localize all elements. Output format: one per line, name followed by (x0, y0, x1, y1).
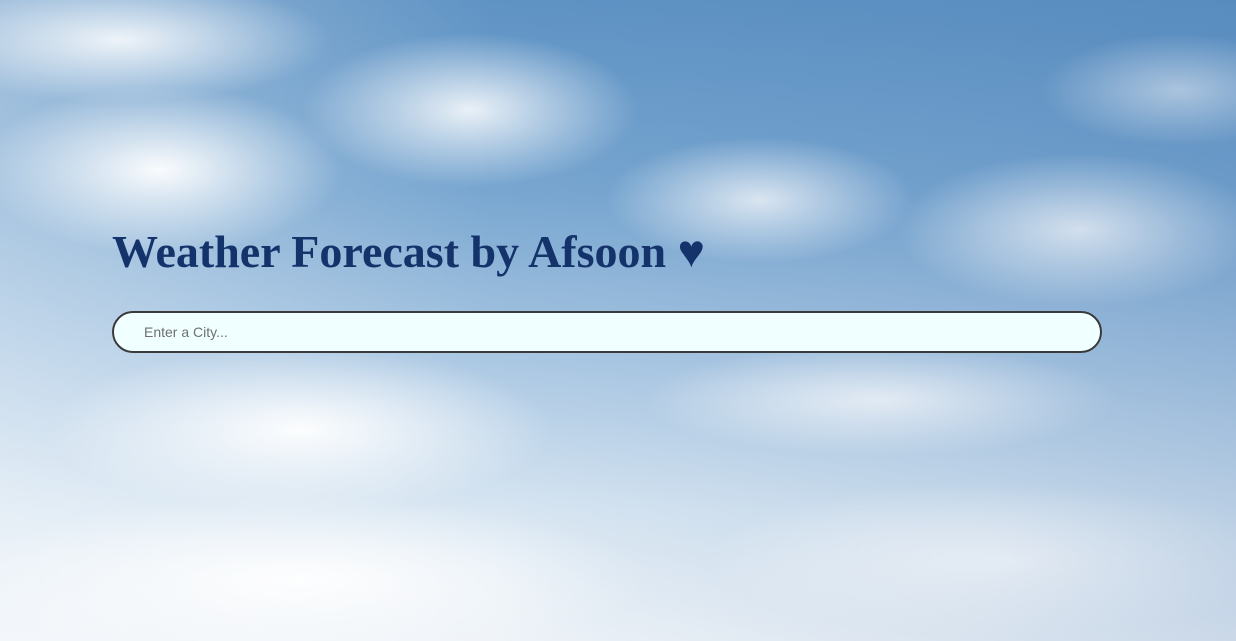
city-search-input[interactable] (112, 311, 1102, 353)
main-content: Weather Forecast by Afsoon ♥ (112, 222, 1102, 353)
page-title: Weather Forecast by Afsoon ♥ (112, 226, 705, 277)
